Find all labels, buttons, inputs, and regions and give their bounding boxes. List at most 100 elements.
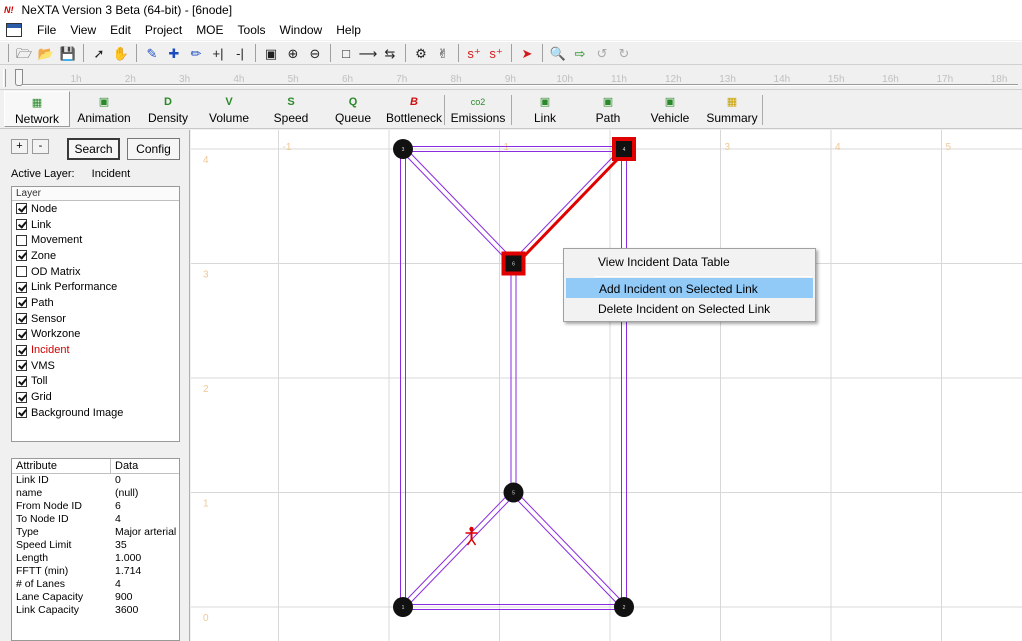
menu-tools[interactable]: Tools — [231, 23, 273, 37]
timeline-track[interactable] — [18, 84, 1018, 86]
attribute-row[interactable]: Type Major arterial — [12, 526, 179, 539]
layer-list[interactable]: Layer Node Link Movement Zone OD Matrix Link … — [11, 186, 180, 442]
mode-volume[interactable]: V Volume — [198, 91, 260, 127]
menu-file[interactable]: File — [30, 23, 63, 37]
time-slider[interactable]: 1h 2h 3h 4h 5h 6h 7h 8h 9h 10h 11h 12h 13h 14h 15h 16h 1… — [0, 66, 1022, 90]
network-link[interactable] — [404, 146, 516, 263]
animate-icon[interactable]: ⚙ — [410, 43, 432, 63]
divider-icon[interactable]: -| — [229, 43, 251, 63]
layer-item[interactable]: Movement — [12, 232, 179, 248]
open-folder-icon[interactable]: 🗁 — [13, 43, 35, 63]
expand-button[interactable]: + — [11, 139, 28, 154]
attribute-row[interactable]: From Node ID 6 — [12, 500, 179, 513]
arrow-right-icon[interactable]: ⟶ — [357, 43, 379, 63]
network-map[interactable]: -3-2-101234543210123456 — [191, 130, 1022, 641]
attribute-table[interactable]: Attribute Data Link ID 0 name (null) From No… — [11, 458, 180, 641]
mode-bottleneck[interactable]: B Bottleneck — [384, 91, 444, 127]
path-icon[interactable]: ➤ — [516, 43, 538, 63]
layer-checkbox[interactable] — [16, 234, 27, 246]
attribute-row[interactable]: Length 1.000 — [12, 552, 179, 565]
network-link[interactable] — [400, 150, 513, 266]
save-icon[interactable]: 💾 — [57, 43, 79, 63]
add-incident-item[interactable]: Add Incident on Selected Link — [566, 278, 813, 298]
layer-checkbox[interactable] — [16, 375, 27, 387]
layer-checkbox[interactable] — [16, 203, 27, 215]
layer-item[interactable]: Workzone — [12, 327, 179, 343]
mode-queue[interactable]: Q Queue — [322, 91, 384, 127]
mode-emissions[interactable]: co2 Emissions — [445, 91, 511, 127]
open-icon[interactable]: 📂 — [35, 43, 57, 63]
export-icon[interactable]: ⇨ — [569, 43, 591, 63]
mode-vehicle[interactable]: ▣ Vehicle — [638, 91, 702, 127]
menu-edit[interactable]: Edit — [103, 23, 138, 37]
mode-path[interactable]: ▣ Path — [578, 91, 638, 127]
layer-checkbox[interactable] — [16, 219, 27, 231]
layer-item[interactable]: Node — [12, 201, 179, 217]
layer-item[interactable]: Path — [12, 295, 179, 311]
menu-window[interactable]: Window — [273, 23, 330, 37]
layer-checkbox[interactable] — [16, 313, 27, 325]
attribute-row[interactable]: Speed Limit 35 — [12, 539, 179, 552]
grab-icon[interactable]: ✌ — [432, 43, 454, 63]
document-icon[interactable] — [6, 23, 22, 37]
destination-icon[interactable]: s⁺ — [485, 43, 507, 63]
collapse-button[interactable]: - — [32, 139, 49, 154]
menu-moe[interactable]: MOE — [189, 23, 230, 37]
mode-link[interactable]: ▣ Link — [512, 91, 578, 127]
undo-icon[interactable]: ↺ — [591, 43, 613, 63]
layer-checkbox[interactable] — [16, 407, 27, 419]
layer-item[interactable]: Toll — [12, 374, 179, 390]
network-link[interactable] — [404, 493, 516, 610]
origin-icon[interactable]: s⁺ — [463, 43, 485, 63]
zoom-out-icon[interactable]: ⊖ — [304, 43, 326, 63]
view-incident-table-item[interactable]: View Incident Data Table — [566, 252, 813, 272]
network-link[interactable] — [511, 493, 623, 610]
layer-item[interactable]: Incident — [12, 342, 179, 358]
data-column-header[interactable]: Data — [111, 459, 138, 473]
layer-checkbox[interactable] — [16, 281, 27, 293]
network-canvas[interactable]: -3-2-101234543210123456 — [191, 130, 1022, 641]
swap-arrows-icon[interactable]: ⇆ — [379, 43, 401, 63]
hand-icon[interactable]: ✋ — [110, 43, 132, 63]
mode-animation[interactable]: ▣ Animation — [70, 91, 138, 127]
layer-item[interactable]: Link Performance — [12, 279, 179, 295]
mode-summary[interactable]: ▦ Summary — [702, 91, 762, 127]
attribute-row[interactable]: Lane Capacity 900 — [12, 591, 179, 604]
network-link[interactable] — [514, 490, 627, 606]
attribute-row[interactable]: Link ID 0 — [12, 474, 179, 487]
attribute-row[interactable]: FFTT (min) 1.714 — [12, 565, 179, 578]
redo-icon[interactable]: ↻ — [613, 43, 635, 63]
attribute-row[interactable]: Link Capacity 3600 — [12, 604, 179, 617]
timeline-thumb[interactable] — [15, 69, 23, 86]
menu-project[interactable]: Project — [138, 23, 189, 37]
zoom-extent-icon[interactable]: ▣ — [260, 43, 282, 63]
layer-item[interactable]: OD Matrix — [12, 264, 179, 280]
layer-checkbox[interactable] — [16, 391, 27, 403]
add-node-icon[interactable]: ✚ — [163, 43, 185, 63]
layer-checkbox[interactable] — [16, 250, 27, 262]
search-button[interactable]: Search — [67, 138, 120, 160]
layer-item[interactable]: Zone — [12, 248, 179, 264]
pencil-icon[interactable]: ✎ — [141, 43, 163, 63]
zoom-in-icon[interactable]: ⊕ — [282, 43, 304, 63]
edit-link-icon[interactable]: ✏ — [185, 43, 207, 63]
layer-item[interactable]: VMS — [12, 358, 179, 374]
split-icon[interactable]: +| — [207, 43, 229, 63]
layer-item[interactable]: Sensor — [12, 311, 179, 327]
network-link[interactable] — [511, 146, 623, 263]
mode-density[interactable]: D Density — [138, 91, 198, 127]
menu-help[interactable]: Help — [329, 23, 368, 37]
search-icon[interactable]: 🔍 — [547, 43, 569, 63]
attribute-row[interactable]: To Node ID 4 — [12, 513, 179, 526]
layer-item[interactable]: Link — [12, 217, 179, 233]
layer-checkbox[interactable] — [16, 344, 27, 356]
layer-checkbox[interactable] — [16, 360, 27, 372]
mode-speed[interactable]: S Speed — [260, 91, 322, 127]
layer-checkbox[interactable] — [16, 297, 27, 309]
layer-item[interactable]: Background Image — [12, 405, 179, 421]
menu-view[interactable]: View — [63, 23, 103, 37]
attribute-column-header[interactable]: Attribute — [12, 459, 111, 473]
attribute-row[interactable]: name (null) — [12, 487, 179, 500]
layer-item[interactable]: Grid — [12, 389, 179, 405]
pointer-icon[interactable]: ➚ — [88, 43, 110, 63]
